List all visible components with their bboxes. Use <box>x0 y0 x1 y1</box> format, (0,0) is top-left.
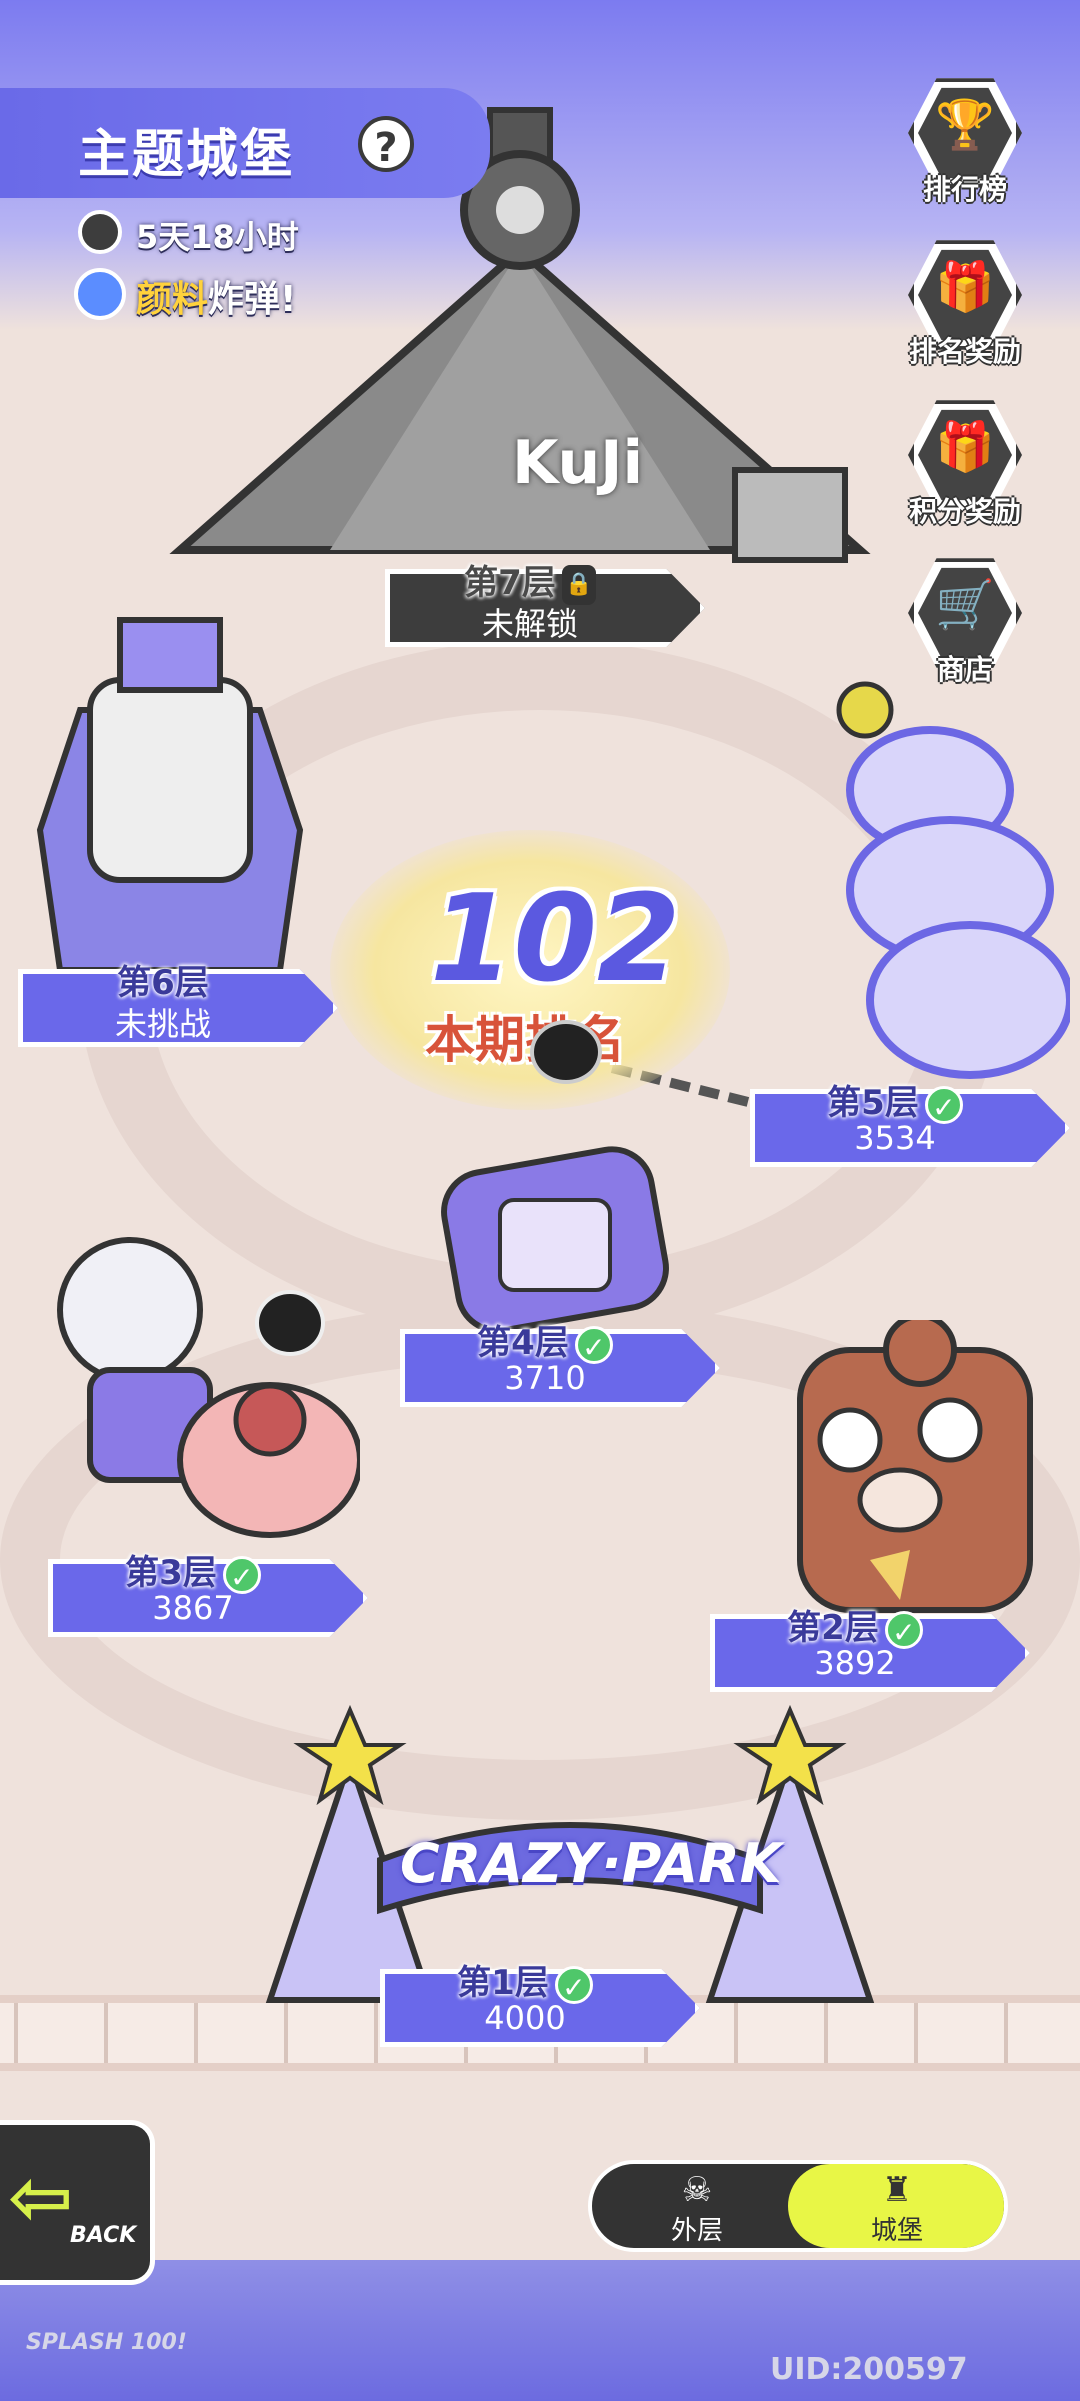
floor-score: 3892 <box>814 1644 896 1682</box>
event-label-highlight: 颜料 <box>136 279 209 320</box>
floor-status: 未挑战 <box>114 1005 211 1043</box>
check-icon: ✓ <box>574 1325 613 1364</box>
check-icon: ✓ <box>884 1610 923 1649</box>
trophy-icon: 🏆 <box>935 97 995 153</box>
floor-name: 第7层 <box>464 563 556 603</box>
side-button-label: 排行榜 <box>922 173 1007 206</box>
side-button-label: 商店 <box>936 653 993 686</box>
back-label: BACK <box>70 2223 137 2248</box>
floor-score: 3710 <box>504 1359 586 1397</box>
event-label[interactable]: 颜料炸弹! <box>136 270 296 322</box>
floor6-tower[interactable] <box>20 580 320 970</box>
floor-status: 未解锁 <box>481 605 578 643</box>
rank-reward-button[interactable]: 🎁 排名奖励 <box>900 238 1030 378</box>
view-toggle[interactable]: ☠ 外层 ♜ 城堡 <box>588 2160 1008 2252</box>
floor-7-plaque[interactable]: 第7层 🔒 未解锁 <box>385 555 705 647</box>
floor-5-plaque[interactable]: 第5层 ✓ 3534 <box>750 1075 1070 1167</box>
tab-outer-label: 外层 <box>670 2216 723 2246</box>
event-label-rest: 炸弹! <box>208 279 297 320</box>
floor-name: 第4层 <box>477 1323 569 1363</box>
floor-score: 3867 <box>152 1589 234 1627</box>
event-bomb-icon <box>74 268 126 320</box>
floor2-bear[interactable] <box>780 1320 1060 1620</box>
floor-name: 第6层 <box>117 963 209 1003</box>
floor-score: 3534 <box>854 1119 936 1157</box>
back-arrow-icon: ⇦ <box>8 2153 74 2243</box>
floor-4-plaque[interactable]: 第4层 ✓ 3710 <box>400 1315 720 1407</box>
side-button-label: 排名奖励 <box>908 335 1021 368</box>
floor4-can[interactable] <box>430 1110 690 1340</box>
tab-castle[interactable]: ♜ 城堡 <box>792 2164 1002 2248</box>
rank-reward-icon: 🎁 <box>935 259 995 315</box>
check-icon: ✓ <box>554 1965 593 2004</box>
points-reward-icon: 🎁 <box>935 419 995 475</box>
floor3-carousel[interactable] <box>20 1230 360 1550</box>
tab-castle-label: 城堡 <box>870 2216 923 2246</box>
floor-6-plaque[interactable]: 第6层 未挑战 <box>18 955 338 1047</box>
floor-name: 第1层 <box>457 1963 549 2003</box>
rank-value: 102 <box>430 870 681 1009</box>
floor-1-plaque[interactable]: 第1层 ✓ 4000 <box>380 1955 700 2047</box>
leaderboard-button[interactable]: 🏆 排行榜 <box>900 76 1030 216</box>
player-avatar-small <box>255 1290 325 1356</box>
skull-icon: ☠ <box>681 2170 713 2210</box>
back-button[interactable]: ⇦ BACK <box>0 2120 155 2285</box>
help-button[interactable]: ? <box>358 116 414 172</box>
park-sign: CRAZY·PARK <box>400 1832 782 1895</box>
game-logo: SPLASH 100! <box>26 2330 187 2355</box>
side-button-label: 积分奖励 <box>908 495 1021 528</box>
countdown-text: 5天18小时 <box>136 218 299 256</box>
points-reward-button[interactable]: 🎁 积分奖励 <box>900 398 1030 538</box>
shop-cart-icon: 🛒 <box>935 577 995 633</box>
floor-score: 4000 <box>484 1999 566 2037</box>
floor-name: 第2层 <box>787 1608 879 1648</box>
floor-3-plaque[interactable]: 第3层 ✓ 3867 <box>48 1545 368 1637</box>
floor5-wheels[interactable] <box>820 680 1070 1090</box>
uid-text: UID:200597 <box>770 2352 968 2387</box>
clock-icon <box>78 210 122 254</box>
page-title: 主题城堡 <box>78 125 295 185</box>
floor-name: 第5层 <box>827 1083 919 1123</box>
tent-sign: KuJi <box>512 428 644 498</box>
player-avatar <box>530 1020 602 1084</box>
castle-icon: ♜ <box>881 2170 913 2210</box>
shop-button[interactable]: 🛒 商店 <box>900 556 1030 696</box>
floor-2-plaque[interactable]: 第2层 ✓ 3892 <box>710 1600 1030 1692</box>
floor-name: 第3层 <box>125 1553 217 1593</box>
check-icon: ✓ <box>222 1555 261 1594</box>
tab-outer[interactable]: ☠ 外层 <box>592 2164 802 2248</box>
check-icon: ✓ <box>924 1085 963 1124</box>
